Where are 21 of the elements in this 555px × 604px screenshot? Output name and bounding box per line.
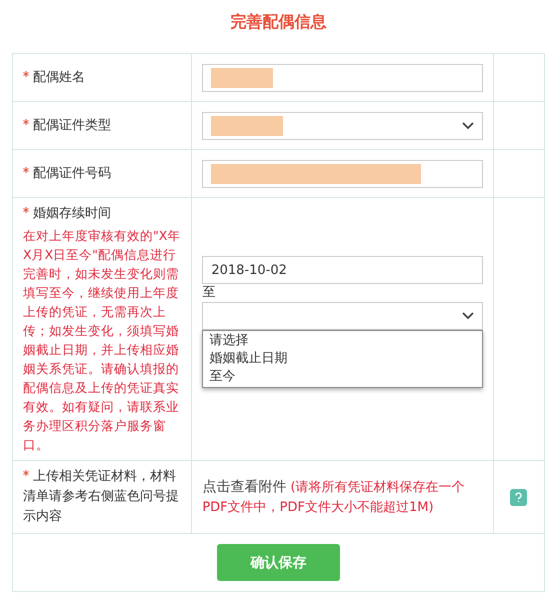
page-title: 完善配偶信息 [230,12,328,33]
range-separator: 至 [202,284,216,302]
caret-icon [462,122,474,130]
field-label: 上传相关凭证材料，材料清单请参考右侧蓝色问号提示内容 [23,469,179,524]
select-field[interactable] [202,302,483,330]
dropdown-option[interactable]: 请选择 [209,332,476,350]
dropdown-option[interactable]: 至今 [209,368,476,386]
text-field[interactable] [202,160,483,188]
caret-icon [462,312,474,320]
field-label: 配偶姓名 [33,70,85,84]
text-field[interactable] [202,64,483,92]
help-text: 在对上年度审核有效的"X年X月X日至今"配偶信息进行完善时，如未发生变化则需填写至今，继续使用上年度上传的凭证，无需再次上传；如发生变化，须填写婚姻截止日期，并上传相应婚姻关系凭证。请确认填报的配偶信息及上传的凭证真实有效。如有疑问，请联系业务办理区积分落户服务窗口。 [23,227,182,454]
field-label: 配偶证件号码 [33,166,111,180]
field-label: 配偶证件类型 [33,118,111,132]
view-attachment-link[interactable]: 点击查看附件 [202,478,286,494]
help-icon[interactable] [510,488,528,506]
select-field[interactable] [202,112,483,140]
dropdown-option[interactable]: 婚姻截止日期 [209,350,476,368]
upload-note: 点击查看附件 (请将所有凭证材料保存在一个PDF文件中，PDF文件大小不能超过1M) [202,478,466,516]
date-field[interactable]: 2018-10-02 [202,256,483,284]
field-label: 婚姻存续时间 [33,206,111,221]
